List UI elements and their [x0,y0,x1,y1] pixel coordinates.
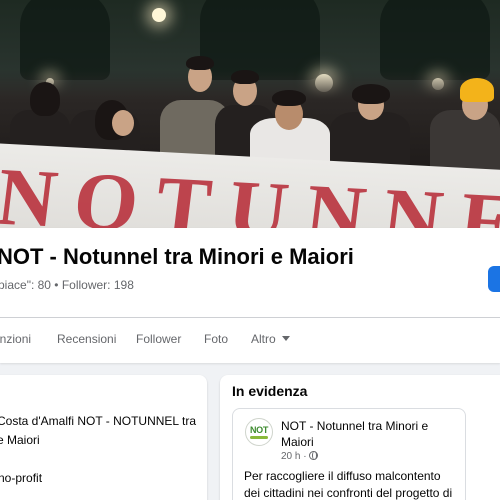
tab-menzioni[interactable]: enzioni [0,332,31,346]
post-meta: 20 h · [281,451,318,462]
avatar-logo-text: NOT [249,425,269,435]
globe-icon [308,451,318,460]
primary-action-button[interactable] [488,266,500,292]
cover-photo[interactable]: NOTUNNEL [0,0,500,228]
post-author[interactable]: NOT - Notunnel tra Minori e Maiori [281,418,461,450]
tab-foto[interactable]: Foto [204,332,228,346]
featured-title: In evidenza [232,383,308,399]
page-category: no-profit [0,471,43,485]
avatar[interactable]: NOT [245,418,273,446]
tab-recensioni[interactable]: Recensioni [57,332,116,346]
post-text: Per raccogliere il diffuso malcontento d… [244,469,453,500]
header-divider [0,317,500,318]
caret-down-icon [281,336,290,341]
intro-description: Costa d'Amalfi NOT - NOTUNNEL tra e Maio… [0,414,196,447]
tab-altro[interactable]: Altro [251,332,290,346]
page-title: NOT - Notunnel tra Minori e Maiori [0,244,354,269]
tab-follower[interactable]: Follower [136,332,181,346]
page-stats[interactable]: piace": 80 • Follower: 198 [0,278,134,292]
logo-bar [250,436,268,439]
post-time[interactable]: 20 h · [281,451,307,462]
tab-altro-label: Altro [251,332,276,346]
